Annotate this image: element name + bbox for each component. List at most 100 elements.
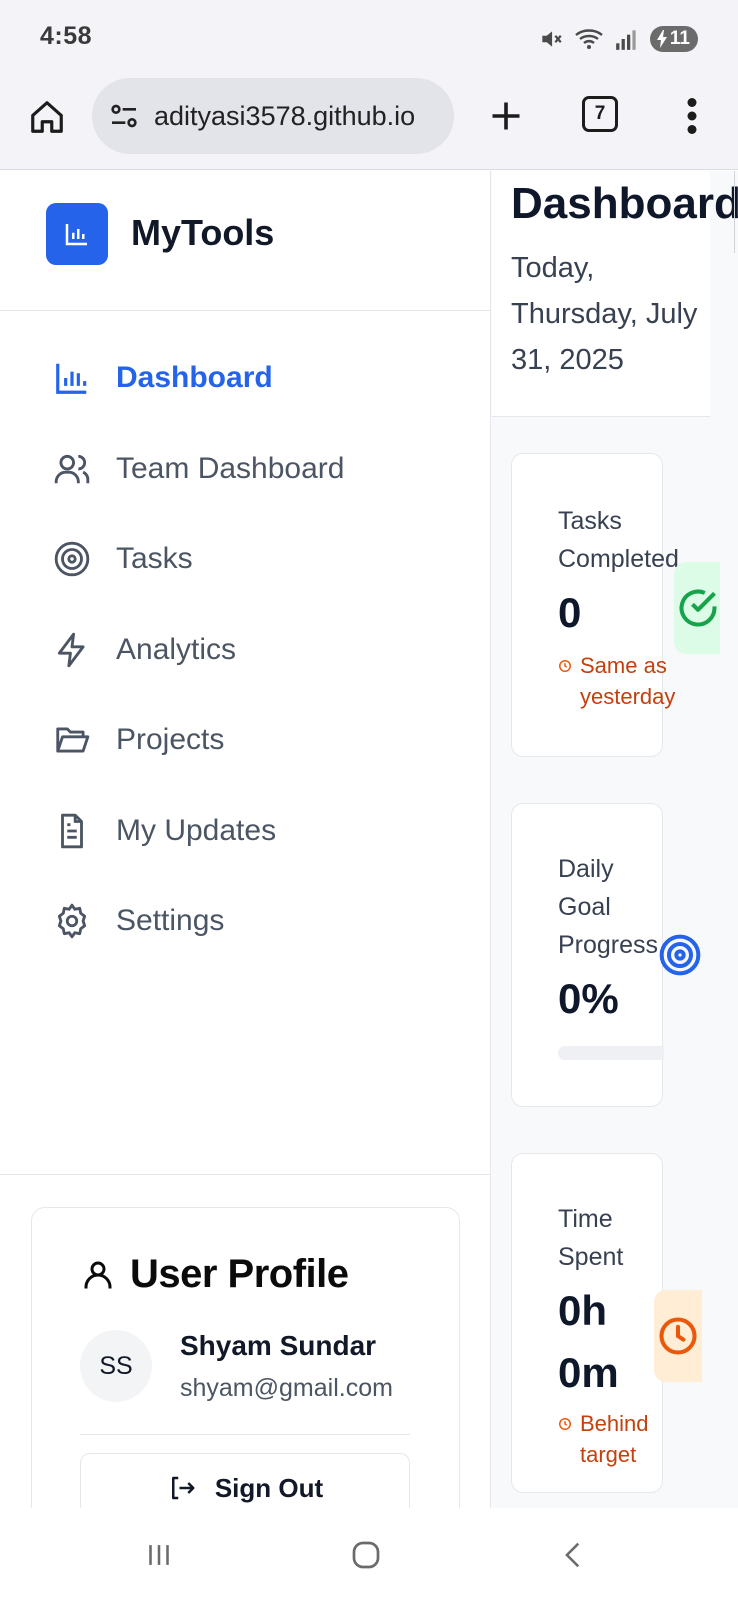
bar-chart-icon — [52, 358, 92, 398]
stat-card-tasks-completed: Tasks Completed 0 Same as yesterday — [511, 453, 679, 757]
sidebar-item-analytics[interactable]: Analytics — [52, 625, 236, 675]
stat-icon-badge — [674, 562, 720, 654]
sidebar-item-label: Projects — [116, 723, 225, 756]
stat-note-line: yesterday — [580, 684, 676, 709]
address-bar[interactable]: adityasi3578.github.io — [92, 78, 454, 154]
tab-switcher-button[interactable]: 7 — [582, 96, 618, 132]
stat-card-daily-goal: Daily Goal Progress 0% — [511, 803, 664, 1107]
sidebar-item-label: Team Dashboard — [116, 452, 345, 485]
stat-label-line: Completed — [558, 545, 679, 573]
stat-note-line: target — [580, 1442, 637, 1467]
plus-icon — [492, 102, 520, 130]
sidebar-item-projects[interactable]: Projects — [52, 715, 224, 765]
wifi-icon — [575, 29, 603, 49]
main-content: Dashboard Today, Thursday, July 31, 2025… — [492, 171, 738, 1508]
back-icon — [565, 1542, 580, 1568]
check-circle-icon — [679, 589, 717, 627]
stat-value: 0 — [558, 589, 582, 636]
avatar: SS — [80, 1330, 152, 1402]
stat-label-line: Tasks — [558, 507, 622, 535]
browser-toolbar: adityasi3578.github.io 7 — [0, 78, 738, 170]
stat-note-line: Same as — [580, 653, 667, 678]
stat-icon-badge — [656, 909, 716, 1001]
system-nav-bar — [0, 1508, 738, 1600]
folder-open-icon — [52, 720, 92, 760]
profile-title-text: User Profile — [130, 1252, 349, 1296]
sidebar-item-label: My Updates — [116, 814, 277, 847]
stat-value-line: 0m — [558, 1349, 619, 1396]
user-icon — [84, 1261, 112, 1288]
target-icon — [659, 934, 701, 976]
signal-icon — [616, 30, 636, 50]
browser-menu-button[interactable] — [672, 96, 712, 136]
clock-icon — [559, 1418, 571, 1430]
status-bar: 4:58 11 — [0, 0, 738, 78]
sidebar-item-label: Tasks — [116, 542, 193, 575]
stat-value-line: 0h — [558, 1287, 608, 1334]
users-icon — [52, 449, 92, 489]
sidebar-item-tasks[interactable]: Tasks — [52, 534, 193, 584]
page-title: Dashboard — [511, 179, 738, 228]
bar-chart-icon — [65, 224, 87, 246]
sidebar-item-label: Dashboard — [116, 361, 273, 394]
recent-apps-button[interactable] — [134, 1530, 184, 1580]
stat-label-line: Daily — [558, 855, 614, 883]
home-button[interactable] — [26, 96, 68, 138]
status-icons: 11 — [538, 26, 698, 52]
sidebar: MyTools Dashboard Team Dashboard Tasks A… — [0, 171, 491, 1508]
brand-name[interactable]: MyTools — [131, 212, 274, 254]
goal-progress-bar — [558, 1046, 664, 1060]
stat-value: 0% — [558, 975, 619, 1022]
stat-label-line: Progress — [558, 931, 659, 959]
stat-label-line: Goal — [558, 893, 611, 921]
home-icon — [31, 101, 63, 133]
target-icon — [52, 539, 92, 579]
more-vertical-icon — [687, 98, 697, 134]
sign-out-button[interactable]: Sign Out — [80, 1453, 410, 1508]
zap-icon — [52, 630, 92, 670]
sign-out-label: Sign Out — [214, 1472, 324, 1503]
divider — [80, 1434, 410, 1435]
battery-level: 11 — [669, 28, 690, 49]
recent-apps-icon — [149, 1545, 169, 1565]
charging-bolt-icon — [656, 30, 667, 48]
file-text-icon — [52, 811, 92, 851]
clock-icon — [659, 1317, 697, 1355]
battery-indicator: 11 — [649, 26, 698, 52]
stat-note: Same as yesterday — [558, 650, 675, 712]
page-viewport: MyTools Dashboard Team Dashboard Tasks A… — [0, 171, 738, 1508]
brand-logo[interactable] — [46, 203, 108, 265]
user-profile-card: User Profile SS Shyam Sundar shyam@gmail… — [31, 1207, 460, 1508]
stat-label-line: Spent — [558, 1243, 624, 1271]
site-settings-icon[interactable] — [108, 100, 140, 132]
clock-icon — [559, 660, 571, 672]
mute-icon — [542, 31, 562, 47]
sidebar-item-label: Analytics — [116, 633, 237, 666]
profile-title: User Profile — [80, 1252, 349, 1297]
home-circle-icon — [352, 1541, 380, 1569]
sidebar-item-label: Settings — [116, 904, 225, 937]
sidebar-item-dashboard[interactable]: Dashboard — [52, 353, 273, 403]
stat-label-line: Time — [558, 1205, 613, 1233]
sidebar-item-my-updates[interactable]: My Updates — [52, 806, 276, 856]
status-time: 4:58 — [40, 22, 93, 50]
stat-value: 0h 0m — [558, 1280, 619, 1404]
stat-label: Daily Goal Progress — [558, 850, 658, 964]
gear-icon — [52, 901, 92, 941]
stat-label: Tasks Completed — [558, 502, 679, 578]
brand-header: MyTools — [0, 171, 491, 311]
user-name: Shyam Sundar — [180, 1330, 377, 1361]
log-out-icon — [171, 1476, 195, 1500]
sidebar-item-settings[interactable]: Settings — [52, 896, 224, 946]
home-nav-button[interactable] — [341, 1530, 391, 1580]
divider — [0, 1174, 491, 1175]
sidebar-item-team-dashboard[interactable]: Team Dashboard — [52, 444, 344, 494]
url-text[interactable]: adityasi3578.github.io — [154, 101, 444, 132]
back-button[interactable] — [549, 1530, 599, 1580]
page-date: Today, Thursday, July 31, 2025 — [511, 252, 698, 376]
user-email: shyam@gmail.com — [180, 1374, 393, 1402]
stat-icon-badge — [654, 1290, 702, 1382]
main-header: Dashboard Today, Thursday, July 31, 2025 — [492, 171, 738, 417]
new-tab-button[interactable] — [484, 94, 528, 138]
header-edge — [734, 171, 738, 253]
